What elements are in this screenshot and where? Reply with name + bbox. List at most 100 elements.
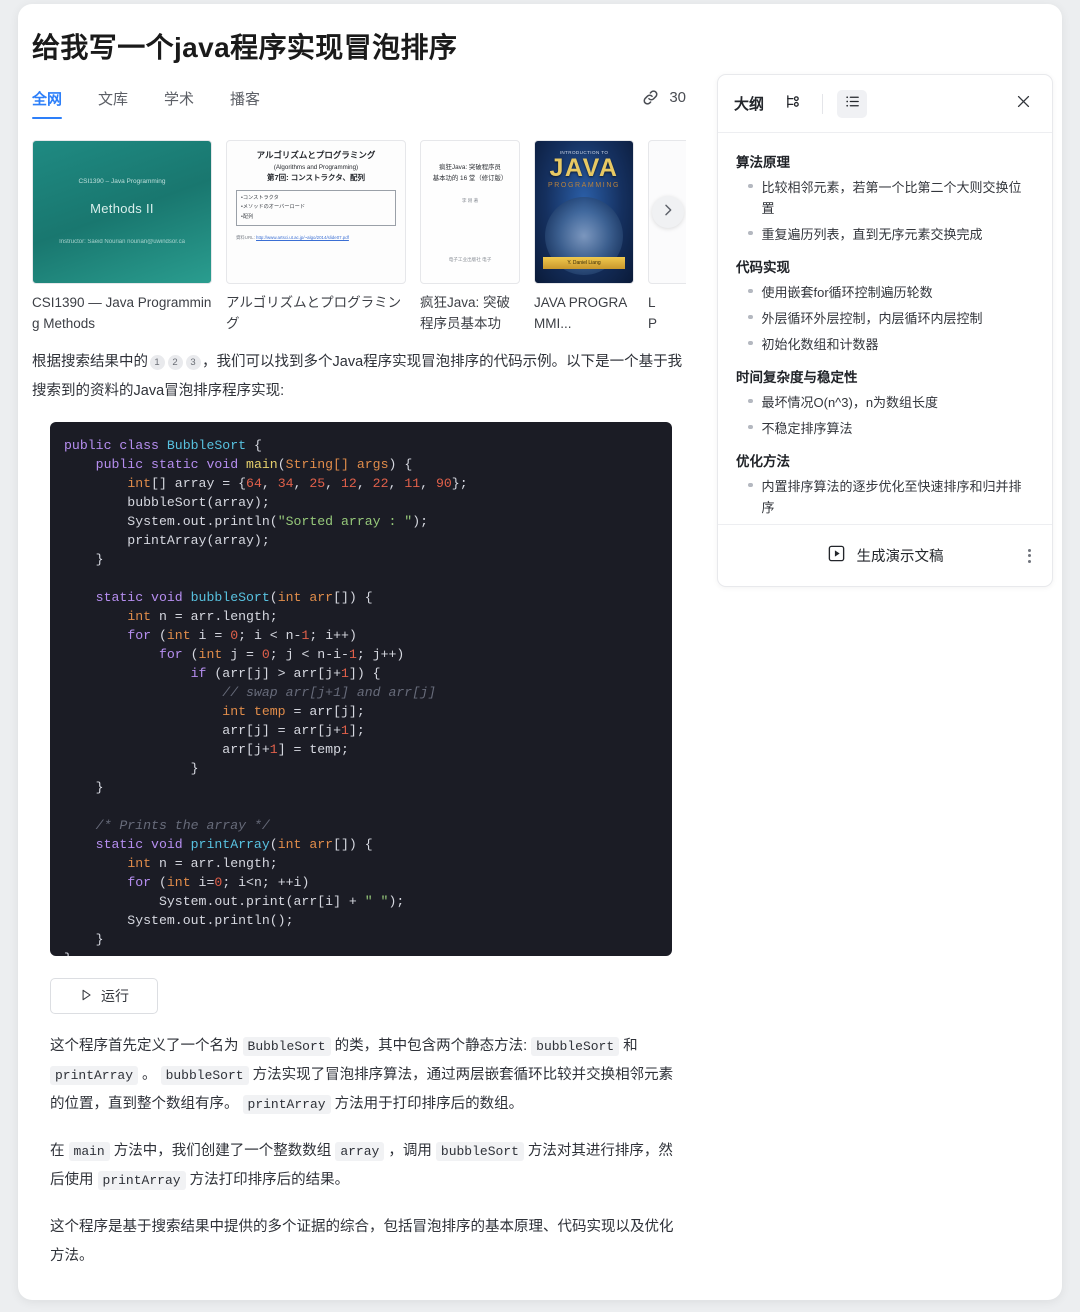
outline-section-heading: 优化方法 (736, 454, 790, 470)
source-card-row: CSI1390 – Java Programming Methods II In… (32, 140, 686, 336)
header-divider (822, 93, 824, 114)
inline-code: main (68, 1142, 110, 1161)
outline-item[interactable]: 内置排序算法的逐步优化至快速排序和归并排序 (736, 473, 1034, 520)
thumb-title-line1: 疯狂Java: 突破程序员 (439, 164, 501, 171)
explanation-paragraph-1: 这个程序首先定义了一个名为 BubbleSort 的类，其中包含两个静态方法: … (50, 1032, 678, 1119)
outline-item-label: 最坏情况O(n^3)，n为数组长度 (761, 394, 939, 410)
outline-item[interactable]: 比较相邻元素，若第一个比第二个大则交换位置 (736, 174, 1034, 221)
source-thumbnail: アルゴリズムとプログラミング (Algorithms and Programmi… (226, 140, 406, 284)
answer-card: 给我写一个java程序实现冒泡排序 全网 文库 学术 播客 30 CSI1390… (18, 4, 1062, 1300)
thumb-header: CSI1390 – Java Programming (78, 177, 166, 185)
thumb-author-band: Y. Daniel Liang (543, 257, 625, 269)
exp2-t2: 方法中，我们创建了一个整数数组 (109, 1143, 336, 1159)
outline-item[interactable]: 初始化数组和计数器 (736, 331, 1034, 357)
source-thumbnail: 疯狂Java: 突破程序员 基本功的 16 堂（修订版） 李 刚 著 电子工业出版… (420, 140, 520, 284)
outline-item-label: 外层循环外层控制，内层循环内层控制 (761, 310, 983, 326)
generate-presentation-label: 生成演示文稿 (856, 549, 944, 565)
mindmap-view-button[interactable] (778, 90, 808, 118)
list-view-button[interactable] (837, 89, 868, 118)
outline-panel-header: 大纲 (718, 75, 1052, 133)
source-card[interactable]: INTRODUCTION TO JAVA PROGRAMMING Y. Dani… (534, 140, 634, 336)
tab-xueshu[interactable]: 学术 (164, 88, 194, 119)
inline-code: printArray (97, 1171, 186, 1190)
tab-wenku[interactable]: 文库 (98, 88, 128, 119)
outline-item-label: 使用嵌套for循环控制遍历轮数 (761, 284, 933, 300)
thumb-subtitle: PROGRAMMING (547, 182, 621, 189)
outline-item[interactable]: 重复遍历列表，直到无序元素交换完成 (736, 221, 1034, 247)
source-card-strip: CSI1390 – Java Programming Methods II In… (32, 140, 686, 336)
source-card-title: LP (648, 293, 686, 335)
source-card-title: アルゴリズムとプログラミング (226, 295, 402, 331)
source-card[interactable]: CSI1390 – Java Programming Methods II In… (32, 140, 212, 336)
code-block[interactable]: public class BubbleSort { public static … (50, 422, 672, 956)
outline-item[interactable]: 不稳定排序算法 (736, 415, 1034, 441)
close-icon (1015, 93, 1032, 115)
play-square-icon (827, 544, 846, 567)
citation-chip[interactable]: 1 (149, 354, 165, 370)
bullet-dot-icon (748, 314, 753, 320)
close-panel-button[interactable] (1010, 91, 1036, 117)
bullet-dot-icon (748, 482, 753, 488)
source-thumbnail: INTRODUCTION TO JAVA PROGRAMMING Y. Dani… (534, 140, 634, 284)
tab-boke[interactable]: 播客 (230, 88, 260, 119)
more-options-button[interactable] (1023, 544, 1036, 568)
exp1-t4: 。 (138, 1067, 161, 1083)
source-card[interactable]: アルゴリズムとプログラミング (Algorithms and Programmi… (226, 140, 406, 336)
bullet-dot-icon (748, 183, 753, 188)
exp1-t3: 和 (619, 1038, 638, 1054)
source-tabbar: 全网 文库 学术 播客 30 (32, 88, 686, 130)
source-card-title: CSI1390 — Java Programming Methods (32, 295, 212, 331)
link-count-label: 30 (669, 89, 686, 106)
page-title: 给我写一个java程序实现冒泡排序 (32, 32, 458, 63)
link-icon (641, 88, 660, 107)
inline-code: BubbleSort (242, 1037, 331, 1056)
dot (1028, 554, 1031, 557)
citation-chip[interactable]: 2 (167, 354, 183, 370)
source-thumbnail: CSI1390 – Java Programming Methods II In… (32, 140, 212, 284)
code-content: public class BubbleSort { public static … (64, 438, 468, 956)
source-card-title: 疯狂Java: 突破程序员基本功的... (420, 295, 511, 331)
inline-code: bubbleSort (531, 1037, 620, 1056)
outline-item[interactable]: 最坏情况O(n^3)，n为数组长度 (736, 389, 1034, 415)
inline-code: array (335, 1142, 385, 1161)
bullet-dot-icon (748, 398, 753, 404)
exp2-t3: ，调用 (384, 1143, 436, 1159)
source-card-title: JAVA PROGRAMMI... (534, 295, 628, 331)
outline-panel-title: 大纲 (734, 96, 765, 113)
citation-chip[interactable]: 3 (185, 354, 201, 370)
outline-item[interactable]: 使用嵌套for循环控制遍历轮数 (736, 279, 1034, 305)
outline-item-label: 重复遍历列表，直到无序元素交换完成 (761, 226, 983, 242)
thumb-header: アルゴリズムとプログラミング (256, 150, 376, 160)
bullet-dot-icon (748, 230, 753, 236)
card-title-line2: P (648, 315, 658, 331)
thumb-footer: Instructor: Saeid Nourian nourian@uwinds… (59, 238, 185, 245)
exp1-t1: 这个程序首先定义了一个名为 (50, 1038, 243, 1054)
inline-code: printArray (50, 1066, 139, 1085)
source-card[interactable]: 疯狂Java: 突破程序员 基本功的 16 堂（修订版） 李 刚 著 电子工业出版… (420, 140, 520, 336)
thumb-subtitle: (Algorithms and Programming) (273, 164, 359, 172)
carousel-next-button[interactable] (652, 196, 684, 228)
bullet-dot-icon (748, 288, 753, 294)
outline-item-label: 内置排序算法的逐步优化至快速排序和归并排序 (761, 478, 1022, 515)
thumb-bullet-box: •コンストラクタ •メソッドのオーバーロード •配列 (236, 190, 396, 226)
exp1-t6: 方法用于打印排序后的数组。 (330, 1096, 524, 1112)
outline-item[interactable]: 外层循环外层控制，内层循环内层控制 (736, 305, 1034, 331)
outline-content: 算法原理 比较相邻元素，若第一个比第二个大则交换位置 重复遍历列表，直到无序元素… (718, 133, 1052, 524)
card-title-line1: L (648, 295, 656, 310)
outline-panel-footer: 生成演示文稿 (718, 524, 1052, 586)
explanation-paragraph-2: 在 main 方法中，我们创建了一个整数数组 array ，调用 bubbleS… (50, 1137, 678, 1195)
intro-paragraph: 根据搜索结果中的 1 2 3 ，我们可以找到多个Java程序实现冒泡排序的代码示例。以下… (32, 348, 686, 406)
tab-quanwang[interactable]: 全网 (32, 88, 63, 119)
generate-presentation-button[interactable]: 生成演示文稿 (827, 544, 944, 567)
answer-intro: 根据搜索结果中的 1 2 3 ，我们可以找到多个Java程序实现冒泡排序的代码示例。以下… (32, 348, 686, 410)
dot (1028, 559, 1031, 563)
tab-list: 全网 文库 学术 播客 (32, 88, 686, 119)
thumb-title: Methods II (90, 200, 154, 216)
thumb-title: 疯狂Java: 突破程序员 基本功的 16 堂（修订版） (433, 163, 508, 185)
run-button[interactable]: 运行 (50, 978, 158, 1014)
source-card[interactable]: LP (648, 140, 686, 336)
source-link-count[interactable]: 30 (641, 88, 686, 107)
thumb-footer: 資料URL: http://www.artsci.ut.ac.jp/~algo/… (236, 235, 396, 241)
bullet-dot-icon (748, 424, 753, 430)
outline-section-heading: 代码实现 (736, 260, 790, 276)
